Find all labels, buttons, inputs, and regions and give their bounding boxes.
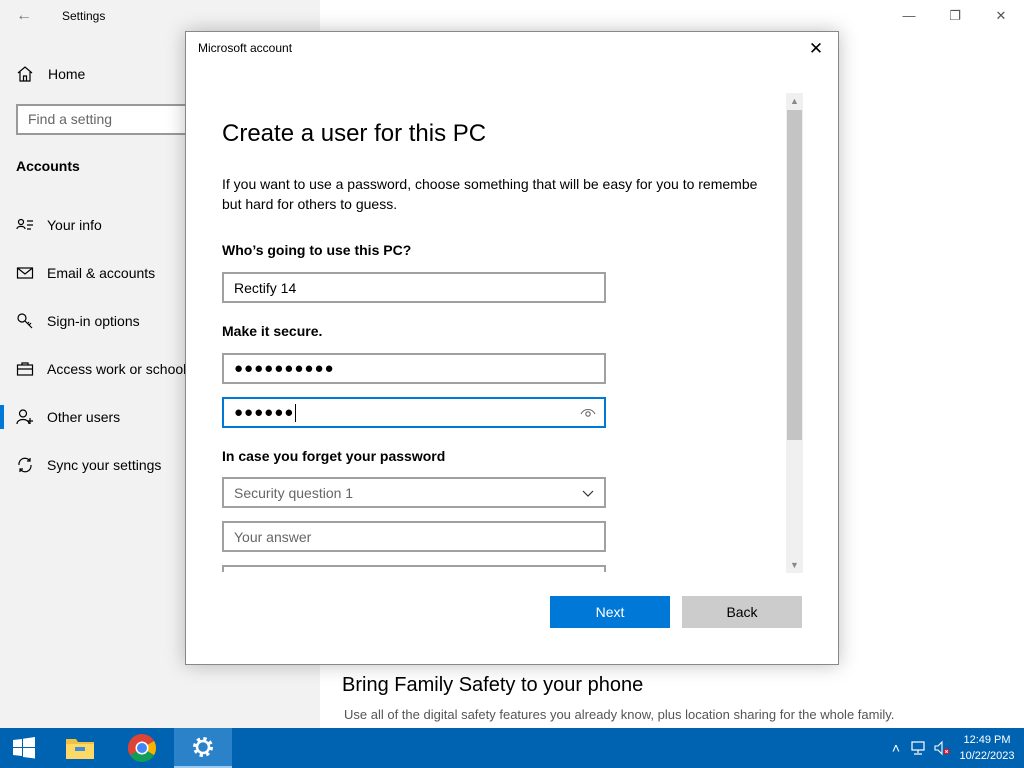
settings-taskbar-button[interactable] <box>174 728 232 768</box>
sync-icon <box>18 457 32 473</box>
intro-line: but hard for others to guess. <box>222 196 398 212</box>
home-icon <box>17 66 33 82</box>
nav-item-email-accounts[interactable]: Email & accounts <box>16 262 155 284</box>
dialog-content: Create a user for this PC If you want to… <box>222 92 788 572</box>
scroll-up-icon[interactable]: ▲ <box>786 93 803 109</box>
minimize-button[interactable]: — <box>886 4 932 28</box>
dialog-close-button[interactable]: ✕ <box>800 37 832 61</box>
chevron-up-icon[interactable]: ˄ <box>888 740 904 756</box>
security-answer-placeholder: Your answer <box>234 528 312 545</box>
person-card-icon <box>16 218 33 230</box>
find-setting-input[interactable]: Find a setting <box>16 104 196 135</box>
find-setting-placeholder: Find a setting <box>28 111 113 127</box>
start-button[interactable] <box>0 728 48 768</box>
intro-text: If you want to use a password, choose so… <box>222 174 788 214</box>
dialog-heading: Create a user for this PC <box>222 120 487 147</box>
nav-home[interactable]: Home <box>16 64 85 84</box>
nav-item-label: Your info <box>47 217 102 233</box>
dialog-scrollbar[interactable]: ▲ ▼ <box>786 93 803 573</box>
confirm-password-input[interactable]: ●●●●●● <box>222 397 606 428</box>
chevron-down-icon <box>582 490 594 497</box>
username-value: Rectify 14 <box>234 279 297 296</box>
mail-icon <box>16 267 34 279</box>
nav-item-access-work[interactable]: Access work or school <box>16 358 186 380</box>
windows-logo-icon <box>13 737 35 759</box>
nav-item-your-info[interactable]: Your info <box>16 214 102 236</box>
chrome-icon <box>128 734 156 762</box>
volume-muted-icon[interactable] <box>934 740 950 756</box>
password-value: ●●●●●●●●●● <box>234 360 335 377</box>
key-icon <box>17 313 33 329</box>
briefcase-icon <box>16 362 34 376</box>
restore-button[interactable]: ❐ <box>932 4 978 28</box>
microsoft-account-dialog: Microsoft account ✕ Create a user for th… <box>185 31 839 665</box>
back-arrow-icon[interactable]: ← <box>14 6 34 26</box>
back-button[interactable]: Back <box>682 596 802 628</box>
nav-item-label: Other users <box>47 409 121 425</box>
section-heading: Accounts <box>16 158 80 174</box>
person-add-icon <box>16 409 33 425</box>
nav-home-label: Home <box>48 66 86 82</box>
secure-label: Make it secure. <box>222 323 323 339</box>
chrome-button[interactable] <box>118 728 166 768</box>
security-answer-input[interactable]: Your answer <box>222 521 606 552</box>
forget-password-label: In case you forget your password <box>222 448 446 464</box>
nav-item-label: Sync your settings <box>47 457 162 473</box>
nav-item-sign-in-options[interactable]: Sign-in options <box>16 310 140 332</box>
nav-item-sync-settings[interactable]: Sync your settings <box>16 454 161 476</box>
network-icon[interactable] <box>910 740 926 756</box>
folder-icon <box>66 739 94 759</box>
clock-date: 10/22/2023 <box>959 750 1015 762</box>
confirm-password-value: ●●●●●● <box>234 404 295 421</box>
clock-time: 12:49 PM <box>963 734 1011 746</box>
reveal-password-icon[interactable] <box>580 405 596 421</box>
scroll-down-icon[interactable]: ▼ <box>786 557 803 573</box>
nav-selected-indicator <box>0 405 4 429</box>
password-input[interactable]: ●●●●●●●●●● <box>222 353 606 384</box>
security-question-2-dropdown[interactable] <box>222 565 606 572</box>
scroll-thumb[interactable] <box>787 110 802 440</box>
close-window-button[interactable]: ✕ <box>978 4 1024 28</box>
file-explorer-button[interactable] <box>56 728 104 768</box>
settings-title: Settings <box>62 9 106 23</box>
nav-item-label: Email & accounts <box>47 265 156 281</box>
intro-line: If you want to use a password, choose so… <box>222 176 758 192</box>
nav-item-label: Access work or school <box>47 361 187 377</box>
username-input[interactable]: Rectify 14 <box>222 272 606 303</box>
taskbar: ˄ 12:49 PM 10/22/2023 <box>0 728 1024 768</box>
security-question-dropdown[interactable]: Security question 1 <box>222 477 606 508</box>
text-caret <box>295 403 297 422</box>
nav-item-label: Sign-in options <box>47 313 140 329</box>
system-clock[interactable]: 12:49 PM 10/22/2023 <box>954 732 1020 764</box>
family-safety-heading: Bring Family Safety to your phone <box>342 674 644 696</box>
who-label: Who’s going to use this PC? <box>222 242 412 258</box>
dialog-title: Microsoft account <box>198 41 293 55</box>
gear-icon <box>193 737 213 757</box>
next-button[interactable]: Next <box>550 596 670 628</box>
family-safety-description: Use all of the digital safety features y… <box>344 707 895 722</box>
security-question-value: Security question 1 <box>234 484 354 501</box>
nav-item-other-users[interactable]: Other users <box>16 406 120 428</box>
